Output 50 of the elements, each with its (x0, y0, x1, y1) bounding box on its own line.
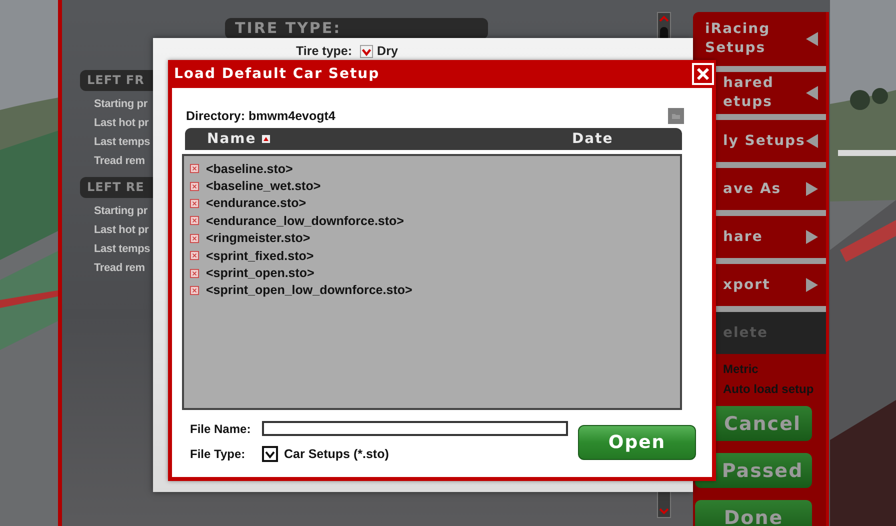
file-name-label: File Name: (190, 422, 252, 436)
file-name[interactable]: <endurance_low_downforce.sto> (206, 214, 404, 228)
arrow-right-icon (806, 278, 818, 292)
file-name-field[interactable] (262, 421, 568, 436)
menu-button[interactable]: Done (695, 500, 812, 526)
field-label: Tread rem (94, 154, 146, 169)
field-label: Starting pr (94, 204, 148, 219)
field-label: Last hot pr (94, 116, 150, 131)
file-name[interactable]: <sprint_open_low_downforce.sto> (206, 283, 412, 298)
arrow-left-icon (806, 86, 818, 100)
file-icon (190, 268, 199, 278)
dropdown-icon[interactable] (360, 44, 374, 58)
file-name[interactable]: <sprint_fixed.sto> (206, 248, 314, 263)
tire-type-label: Tire type: (296, 44, 352, 58)
sort-icon (262, 135, 270, 143)
section-header: TIRE TYPE: (225, 18, 488, 39)
file-name[interactable]: <baseline_wet.sto> (206, 179, 321, 194)
field-label: Last temps (94, 242, 152, 257)
arrow-right-icon (806, 182, 818, 196)
field-label: Last hot pr (94, 223, 150, 238)
close-icon (696, 67, 710, 81)
field-label: Last temps (94, 135, 152, 150)
close-button[interactable] (692, 63, 714, 85)
tire-type-value: Dry (377, 44, 398, 58)
file-name[interactable]: <baseline.sto> (206, 162, 293, 176)
file-type-label: File Type: (190, 446, 246, 460)
arrow-left-icon (806, 134, 818, 148)
file-name[interactable]: <ringmeister.sto> (206, 231, 310, 246)
open-button[interactable]: Open (578, 424, 696, 460)
option-label: Metric (723, 362, 760, 376)
file-icon (190, 182, 199, 191)
arrow-left-icon (806, 32, 818, 46)
file-name[interactable]: <endurance.sto> (206, 196, 306, 210)
option-label: Auto load setup (723, 382, 815, 396)
file-name[interactable]: <sprint_open.sto> (206, 266, 314, 280)
file-icon (190, 234, 199, 243)
column-header[interactable]: Name (185, 128, 572, 150)
directory-label: Directory: bmwm4evogt4 (186, 109, 336, 123)
field-label: Starting pr (94, 97, 148, 112)
column-header[interactable]: Date (572, 128, 682, 150)
field-label: Tread rem (94, 261, 146, 276)
file-icon (190, 216, 199, 226)
file-icon (190, 286, 199, 295)
checkbox[interactable] (262, 446, 278, 462)
file-icon (190, 251, 199, 260)
file-icon (190, 198, 199, 208)
file-icon (190, 164, 199, 174)
arrow-right-icon (806, 230, 818, 244)
dialog-title: Load Default Car Setup (174, 66, 380, 82)
file-type-value: Car Setups (*.sto) (284, 446, 389, 460)
